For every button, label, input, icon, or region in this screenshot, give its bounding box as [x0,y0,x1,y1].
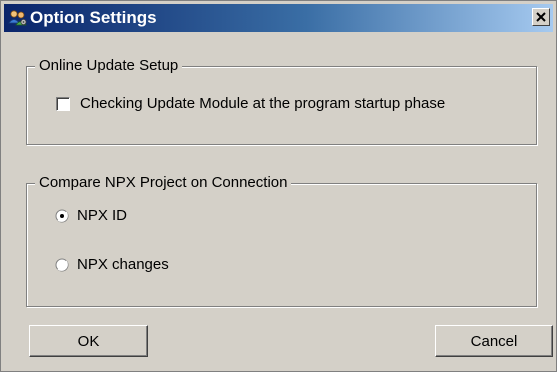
compare-npx-legend: Compare NPX Project on Connection [35,174,292,192]
online-update-legend: Online Update Setup [35,57,183,75]
compare-npx-group: Compare NPX Project on Connection NPX ID… [26,174,537,307]
close-icon [536,12,546,22]
option-settings-dialog: Option Settings Online Update Setup Chec… [0,0,557,372]
settings-people-icon [8,8,28,28]
radio-row-npx-id[interactable]: NPX ID [55,207,127,224]
update-module-label[interactable]: Checking Update Module at the program st… [80,95,445,112]
npx-changes-radio[interactable] [55,258,69,272]
npx-changes-label[interactable]: NPX changes [77,256,169,273]
npx-id-radio[interactable] [55,209,69,223]
update-check-row[interactable]: Checking Update Module at the program st… [56,95,445,112]
radio-row-npx-changes[interactable]: NPX changes [55,256,169,273]
cancel-button[interactable]: Cancel [435,325,553,357]
close-button[interactable] [532,8,550,26]
title-bar[interactable]: Option Settings [4,4,553,32]
window-title: Option Settings [30,8,157,27]
ok-button[interactable]: OK [29,325,148,357]
update-module-checkbox[interactable] [56,96,70,111]
online-update-group: Online Update Setup Checking Update Modu… [26,57,537,145]
npx-id-label[interactable]: NPX ID [77,207,127,224]
